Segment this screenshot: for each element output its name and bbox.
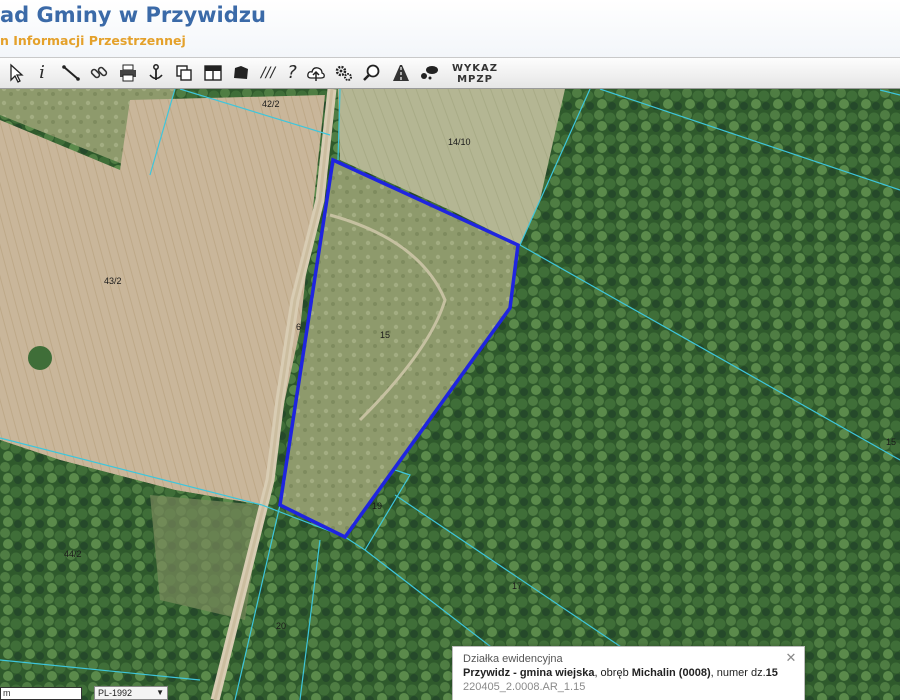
app-title: ad Gminy w Przywidzu <box>0 3 266 27</box>
select-arrow-icon[interactable] <box>4 61 28 85</box>
road-icon[interactable] <box>389 61 413 85</box>
wykaz-mpzp-button[interactable]: WYKAZ MPZP <box>448 61 502 87</box>
scale-bar: m <box>0 687 82 700</box>
settings-icon[interactable] <box>332 61 356 85</box>
measure-line-icon[interactable] <box>59 61 83 85</box>
copy-icon[interactable] <box>172 61 196 85</box>
mpzp-label: MPZP <box>457 74 493 85</box>
comment-icon[interactable] <box>417 61 441 85</box>
parcel-label: 42/2 <box>262 99 280 109</box>
app-header: ad Gminy w Przywidzu n Informacji Przest… <box>0 0 900 57</box>
parcel-label: 19 <box>372 501 383 511</box>
parcel-label: 6 <box>296 322 302 332</box>
popup-separator: , obręb <box>594 667 632 679</box>
link-icon[interactable] <box>87 61 111 85</box>
scale-unit: m <box>3 688 11 698</box>
parcel-label: 15 <box>886 437 897 447</box>
shape-icon[interactable] <box>229 61 253 85</box>
info-icon[interactable]: i <box>30 61 54 85</box>
parcel-label: 20 <box>276 621 287 631</box>
wykaz-label: WYKAZ <box>451 63 498 74</box>
orthophoto-map <box>0 89 900 700</box>
popup-parcel-id: 220405_2.0008.AR_1.15 <box>463 681 586 693</box>
hatch-icon[interactable]: /// <box>256 61 280 85</box>
parcel-label: 14/10 <box>448 137 471 147</box>
popup-precinct: Michalin (0008) <box>631 667 711 679</box>
parcel-info-popup: Działka ewidencyjna Przywidz - gmina wie… <box>452 646 805 700</box>
parcel-label: 15 <box>380 330 391 340</box>
parcel-label: 43/2 <box>104 276 122 286</box>
popup-parcel-number: 15 <box>765 667 778 679</box>
app-subtitle: n Informacji Przestrzennej <box>0 33 186 48</box>
map-toolbar: i /// ? WYKAZ MPZP <box>0 57 900 89</box>
help-icon[interactable]: ? <box>280 61 304 85</box>
parcel-label: 17 <box>512 581 523 591</box>
crs-value: PL-1992 <box>98 688 133 698</box>
close-icon[interactable]: ✕ <box>784 650 798 665</box>
print-icon[interactable] <box>116 61 140 85</box>
chevron-down-icon: ▼ <box>156 688 164 697</box>
popup-title: Działka ewidencyjna <box>463 653 563 665</box>
layout-icon[interactable] <box>201 61 225 85</box>
popup-municipality: Przywidz - gmina wiejska <box>463 667 595 679</box>
search-icon[interactable] <box>360 61 384 85</box>
cloud-upload-icon[interactable] <box>304 61 328 85</box>
anchor-icon[interactable] <box>144 61 168 85</box>
popup-separator: , numer dz. <box>710 667 766 679</box>
crs-select[interactable]: PL-1992 ▼ <box>94 686 168 700</box>
map-view[interactable]: 42/2 14/10 43/2 6 15 44/2 19 17 20 15 <box>0 89 900 700</box>
popup-parcel-description: Przywidz - gmina wiejska, obręb Michalin… <box>463 667 794 679</box>
parcel-label: 44/2 <box>64 549 82 559</box>
